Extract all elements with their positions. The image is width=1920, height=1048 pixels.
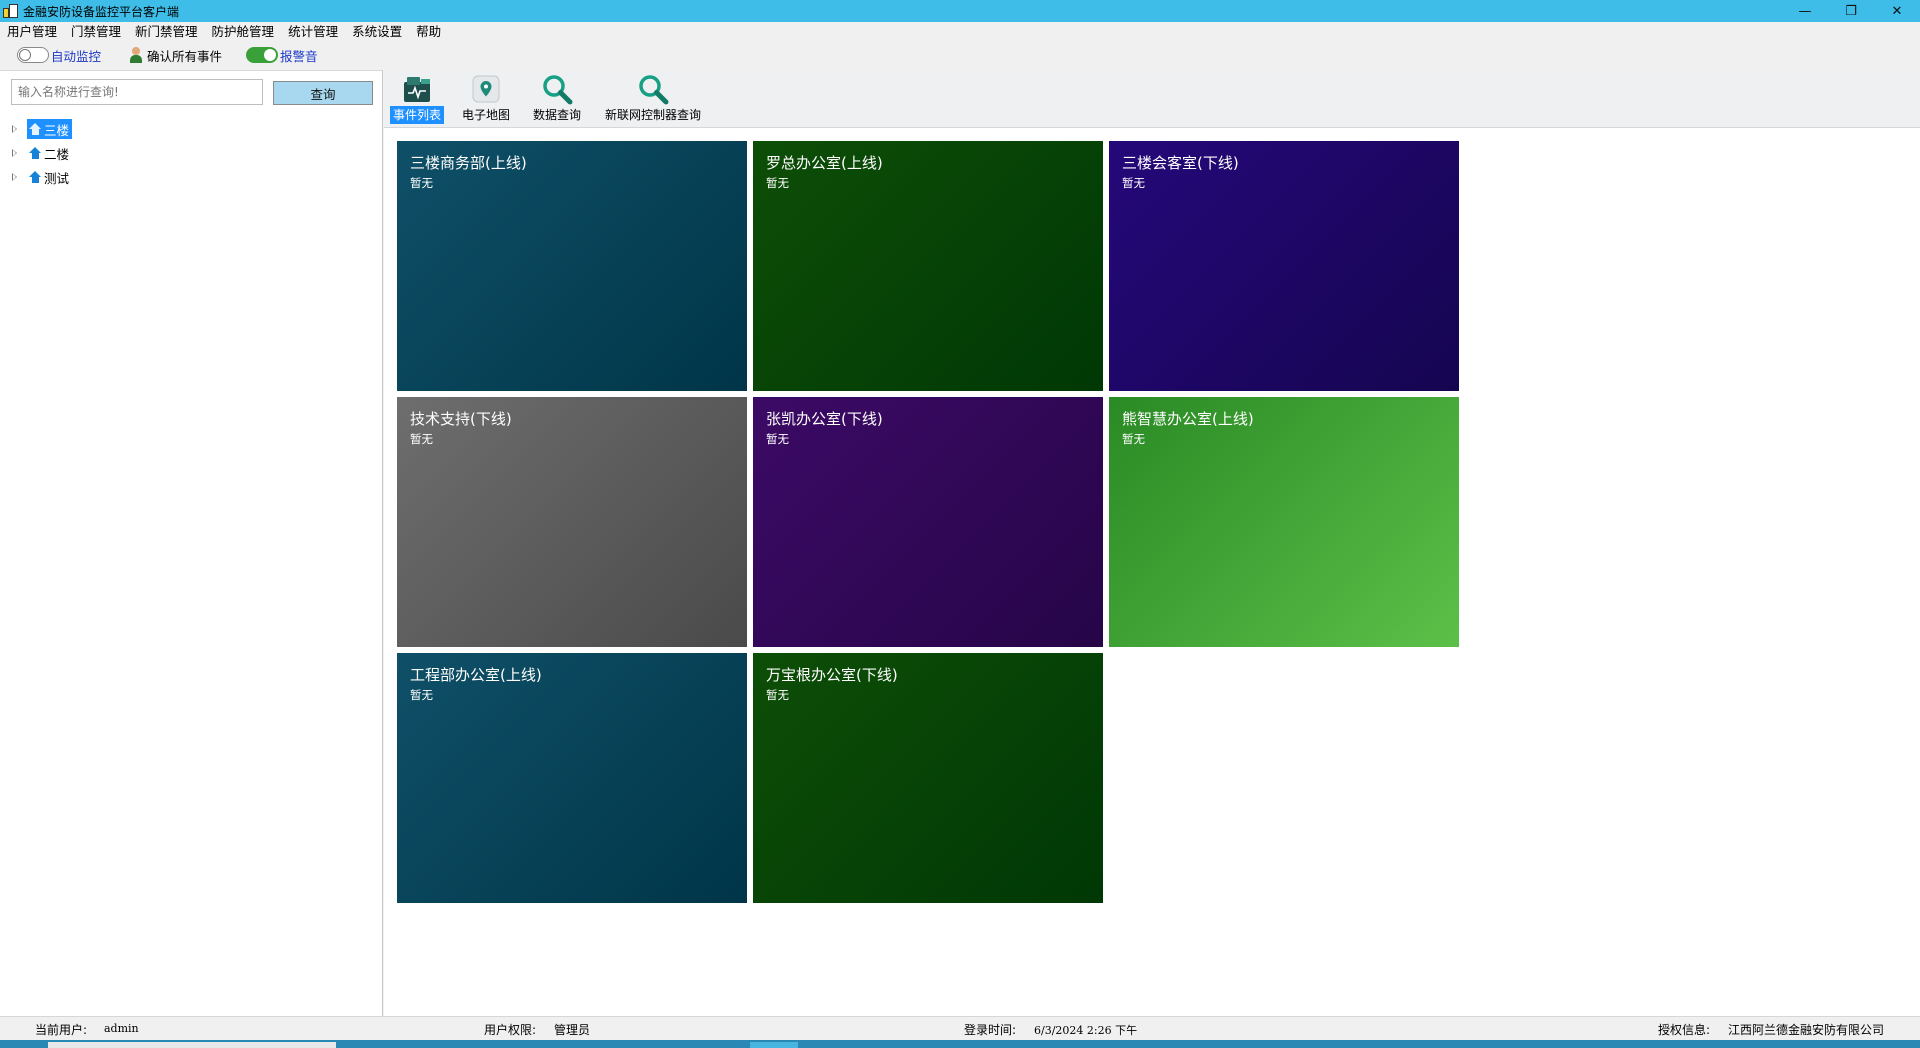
device-cards-area: 三楼商务部(上线) 暂无 罗总办公室(上线) 暂无 三楼会客室(下线) 暂无 技… [384, 128, 1920, 1016]
nav-label: 新联网控制器查询 [605, 108, 702, 122]
expand-arrow-icon[interactable] [12, 149, 17, 157]
nav-electronic-map[interactable]: 电子地图 [459, 70, 513, 128]
alarm-sound-toggle[interactable]: 报警音 [246, 46, 318, 65]
minimize-button[interactable]: — [1782, 0, 1828, 22]
app-icon [3, 4, 19, 18]
taskbar-app-button[interactable] [750, 1042, 798, 1048]
confirm-all-events-label: 确认所有事件 [147, 48, 223, 64]
title-bar: 金融安防设备监控平台客户端 — ❐ ✕ [0, 0, 1920, 22]
tree-row: 二楼 [6, 141, 72, 165]
expand-arrow-icon[interactable] [12, 173, 17, 181]
card-title: 三楼商务部(上线) [410, 154, 527, 172]
left-panel: 查询 三楼 二楼 测试 [0, 70, 383, 1016]
license-value: 江西阿兰德金融安防有限公司 [1728, 1023, 1885, 1037]
tree-node-floor2[interactable]: 二楼 [27, 143, 72, 163]
card-status: 暂无 [1122, 176, 1145, 190]
card-status: 暂无 [766, 432, 789, 446]
card-title: 工程部办公室(上线) [410, 666, 542, 684]
card-status: 暂无 [766, 688, 789, 702]
device-card[interactable]: 张凯办公室(下线) 暂无 [753, 397, 1103, 647]
tree-node-label: 二楼 [44, 146, 70, 162]
nav-label: 事件列表 [390, 106, 445, 124]
person-icon [129, 47, 143, 63]
nav-data-query[interactable]: 数据查询 [530, 70, 584, 128]
house-icon [29, 123, 42, 135]
menu-access-control[interactable]: 门禁管理 [64, 22, 128, 42]
menu-user-management[interactable]: 用户管理 [0, 22, 64, 42]
tree-node-label: 三楼 [44, 122, 70, 138]
menu-statistics[interactable]: 统计管理 [281, 22, 345, 42]
location-tree: 三楼 二楼 测试 [6, 117, 73, 189]
card-status: 暂无 [1122, 432, 1145, 446]
menu-protection-cabin[interactable]: 防护舱管理 [205, 22, 282, 42]
taskbar-search-box[interactable] [48, 1042, 336, 1048]
menu-new-access-control[interactable]: 新门禁管理 [128, 22, 205, 42]
auto-monitor-toggle[interactable]: 自动监控 [17, 46, 101, 65]
card-status: 暂无 [766, 176, 789, 190]
tree-node-floor3[interactable]: 三楼 [27, 119, 73, 139]
login-time-label: 登录时间: [964, 1023, 1017, 1037]
search-button[interactable]: 查询 [273, 81, 373, 105]
card-title: 熊智慧办公室(上线) [1122, 410, 1254, 428]
current-user-value: admin [104, 1022, 139, 1035]
auto-monitor-switch[interactable] [17, 47, 49, 63]
alarm-sound-switch[interactable] [246, 47, 279, 63]
house-icon [29, 147, 42, 159]
device-card[interactable]: 工程部办公室(上线) 暂无 [397, 653, 747, 903]
function-nav: 事件列表 电子地图 数据查询 新联网控制器查询 [384, 70, 1920, 128]
auto-monitor-label: 自动监控 [51, 48, 102, 64]
nav-label: 电子地图 [462, 108, 511, 122]
toolbar: 自动监控 确认所有事件 报警音 [0, 42, 1920, 68]
map-pin-icon [471, 72, 501, 106]
menu-system-settings[interactable]: 系统设置 [345, 22, 409, 42]
device-card[interactable]: 三楼会客室(下线) 暂无 [1109, 141, 1459, 391]
current-user-label: 当前用户: [35, 1023, 88, 1037]
search-input[interactable] [11, 79, 263, 105]
tree-node-label: 测试 [44, 170, 70, 186]
login-time-value: 6/3/2024 2:26 下午 [1034, 1024, 1138, 1037]
status-bar: 当前用户: admin 用户权限: 管理员 登录时间: 6/3/2024 2:2… [0, 1016, 1920, 1040]
nav-network-controller-query[interactable]: 新联网控制器查询 [602, 70, 704, 128]
device-card[interactable]: 罗总办公室(上线) 暂无 [753, 141, 1103, 391]
card-status: 暂无 [410, 688, 433, 702]
device-card[interactable]: 技术支持(下线) 暂无 [397, 397, 747, 647]
card-status: 暂无 [410, 432, 433, 446]
expand-arrow-icon[interactable] [12, 125, 17, 133]
card-title: 万宝根办公室(下线) [766, 666, 898, 684]
close-button[interactable]: ✕ [1874, 0, 1920, 22]
user-permission-label: 用户权限: [484, 1023, 537, 1037]
taskbar [0, 1040, 1920, 1048]
card-title: 罗总办公室(上线) [766, 154, 883, 172]
card-title: 张凯办公室(下线) [766, 410, 883, 428]
device-card[interactable]: 万宝根办公室(下线) 暂无 [753, 653, 1103, 903]
card-title: 三楼会客室(下线) [1122, 154, 1239, 172]
device-card[interactable]: 三楼商务部(上线) 暂无 [397, 141, 747, 391]
restore-button[interactable]: ❐ [1828, 0, 1874, 22]
tree-row: 三楼 [6, 117, 73, 141]
magnifier-icon [636, 72, 670, 106]
nav-event-list[interactable]: 事件列表 [390, 70, 445, 128]
nav-label: 数据查询 [533, 108, 582, 122]
house-icon [29, 171, 42, 183]
device-card[interactable]: 熊智慧办公室(上线) 暂无 [1109, 397, 1459, 647]
user-permission-value: 管理员 [554, 1023, 591, 1037]
magnifier-icon [540, 72, 574, 106]
menu-help[interactable]: 帮助 [409, 22, 448, 42]
window-title: 金融安防设备监控平台客户端 [23, 4, 180, 19]
tree-node-test[interactable]: 测试 [27, 167, 72, 187]
license-label: 授权信息: [1658, 1023, 1711, 1037]
tree-row: 测试 [6, 165, 72, 189]
event-list-icon [401, 72, 433, 106]
confirm-all-events-button[interactable]: 确认所有事件 [129, 46, 222, 65]
card-title: 技术支持(下线) [410, 410, 512, 428]
alarm-sound-label: 报警音 [280, 48, 318, 64]
menu-bar: 用户管理 门禁管理 新门禁管理 防护舱管理 统计管理 系统设置 帮助 [0, 22, 1920, 42]
card-status: 暂无 [410, 176, 433, 190]
